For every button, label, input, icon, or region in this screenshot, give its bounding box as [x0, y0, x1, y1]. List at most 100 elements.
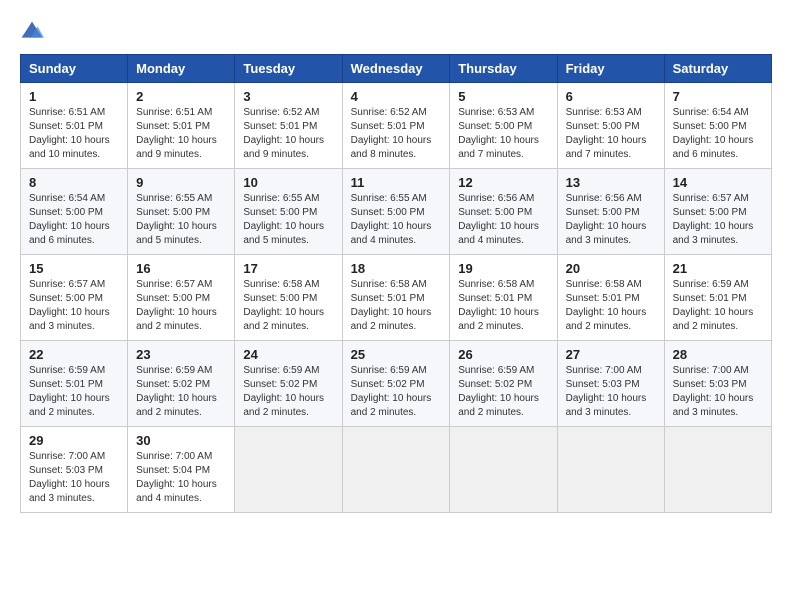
- day-info: Sunrise: 6:57 AM Sunset: 5:00 PM Dayligh…: [673, 192, 763, 248]
- day-number: 23: [136, 347, 226, 362]
- day-info: Sunrise: 6:55 AM Sunset: 5:00 PM Dayligh…: [351, 192, 442, 248]
- calendar-day-cell: 16 Sunrise: 6:57 AM Sunset: 5:00 PM Dayl…: [128, 255, 235, 341]
- calendar-day-cell: 28 Sunrise: 7:00 AM Sunset: 5:03 PM Dayl…: [664, 341, 771, 427]
- calendar-week-row: 8 Sunrise: 6:54 AM Sunset: 5:00 PM Dayli…: [21, 169, 772, 255]
- weekday-header: Sunday: [21, 55, 128, 83]
- day-info: Sunrise: 6:51 AM Sunset: 5:01 PM Dayligh…: [136, 106, 226, 162]
- day-info: Sunrise: 6:55 AM Sunset: 5:00 PM Dayligh…: [136, 192, 226, 248]
- day-number: 7: [673, 89, 763, 104]
- calendar-week-row: 15 Sunrise: 6:57 AM Sunset: 5:00 PM Dayl…: [21, 255, 772, 341]
- calendar-day-cell: 25 Sunrise: 6:59 AM Sunset: 5:02 PM Dayl…: [342, 341, 450, 427]
- weekday-header: Tuesday: [235, 55, 342, 83]
- calendar-day-cell: 21 Sunrise: 6:59 AM Sunset: 5:01 PM Dayl…: [664, 255, 771, 341]
- calendar-day-cell: 14 Sunrise: 6:57 AM Sunset: 5:00 PM Dayl…: [664, 169, 771, 255]
- calendar-day-cell: [450, 427, 557, 513]
- day-info: Sunrise: 6:59 AM Sunset: 5:02 PM Dayligh…: [243, 364, 333, 420]
- day-info: Sunrise: 7:00 AM Sunset: 5:03 PM Dayligh…: [673, 364, 763, 420]
- day-number: 10: [243, 175, 333, 190]
- day-info: Sunrise: 6:59 AM Sunset: 5:02 PM Dayligh…: [351, 364, 442, 420]
- calendar-day-cell: 7 Sunrise: 6:54 AM Sunset: 5:00 PM Dayli…: [664, 83, 771, 169]
- calendar-week-row: 29 Sunrise: 7:00 AM Sunset: 5:03 PM Dayl…: [21, 427, 772, 513]
- day-number: 24: [243, 347, 333, 362]
- day-info: Sunrise: 6:55 AM Sunset: 5:00 PM Dayligh…: [243, 192, 333, 248]
- calendar-day-cell: 8 Sunrise: 6:54 AM Sunset: 5:00 PM Dayli…: [21, 169, 128, 255]
- day-info: Sunrise: 6:59 AM Sunset: 5:01 PM Dayligh…: [29, 364, 119, 420]
- calendar-day-cell: 4 Sunrise: 6:52 AM Sunset: 5:01 PM Dayli…: [342, 83, 450, 169]
- weekday-header: Wednesday: [342, 55, 450, 83]
- logo: [20, 20, 48, 44]
- day-info: Sunrise: 6:58 AM Sunset: 5:01 PM Dayligh…: [351, 278, 442, 334]
- calendar-day-cell: 13 Sunrise: 6:56 AM Sunset: 5:00 PM Dayl…: [557, 169, 664, 255]
- day-info: Sunrise: 6:58 AM Sunset: 5:01 PM Dayligh…: [458, 278, 548, 334]
- day-number: 1: [29, 89, 119, 104]
- calendar-day-cell: 19 Sunrise: 6:58 AM Sunset: 5:01 PM Dayl…: [450, 255, 557, 341]
- day-info: Sunrise: 6:53 AM Sunset: 5:00 PM Dayligh…: [566, 106, 656, 162]
- day-info: Sunrise: 6:58 AM Sunset: 5:01 PM Dayligh…: [566, 278, 656, 334]
- day-number: 28: [673, 347, 763, 362]
- day-number: 25: [351, 347, 442, 362]
- weekday-header: Saturday: [664, 55, 771, 83]
- calendar-week-row: 1 Sunrise: 6:51 AM Sunset: 5:01 PM Dayli…: [21, 83, 772, 169]
- day-number: 19: [458, 261, 548, 276]
- day-number: 27: [566, 347, 656, 362]
- calendar-day-cell: 3 Sunrise: 6:52 AM Sunset: 5:01 PM Dayli…: [235, 83, 342, 169]
- day-info: Sunrise: 6:53 AM Sunset: 5:00 PM Dayligh…: [458, 106, 548, 162]
- logo-icon: [20, 20, 44, 44]
- day-info: Sunrise: 6:54 AM Sunset: 5:00 PM Dayligh…: [29, 192, 119, 248]
- day-info: Sunrise: 6:59 AM Sunset: 5:01 PM Dayligh…: [673, 278, 763, 334]
- weekday-header: Monday: [128, 55, 235, 83]
- day-info: Sunrise: 7:00 AM Sunset: 5:03 PM Dayligh…: [566, 364, 656, 420]
- calendar-day-cell: 26 Sunrise: 6:59 AM Sunset: 5:02 PM Dayl…: [450, 341, 557, 427]
- day-number: 22: [29, 347, 119, 362]
- day-number: 18: [351, 261, 442, 276]
- day-number: 13: [566, 175, 656, 190]
- day-number: 12: [458, 175, 548, 190]
- day-number: 9: [136, 175, 226, 190]
- calendar-day-cell: [235, 427, 342, 513]
- calendar-day-cell: 11 Sunrise: 6:55 AM Sunset: 5:00 PM Dayl…: [342, 169, 450, 255]
- calendar-day-cell: 29 Sunrise: 7:00 AM Sunset: 5:03 PM Dayl…: [21, 427, 128, 513]
- calendar-day-cell: [342, 427, 450, 513]
- day-info: Sunrise: 6:56 AM Sunset: 5:00 PM Dayligh…: [458, 192, 548, 248]
- calendar-week-row: 22 Sunrise: 6:59 AM Sunset: 5:01 PM Dayl…: [21, 341, 772, 427]
- day-number: 30: [136, 433, 226, 448]
- calendar-day-cell: 17 Sunrise: 6:58 AM Sunset: 5:00 PM Dayl…: [235, 255, 342, 341]
- calendar-day-cell: 23 Sunrise: 6:59 AM Sunset: 5:02 PM Dayl…: [128, 341, 235, 427]
- day-info: Sunrise: 7:00 AM Sunset: 5:04 PM Dayligh…: [136, 450, 226, 506]
- day-number: 8: [29, 175, 119, 190]
- day-number: 15: [29, 261, 119, 276]
- calendar-day-cell: 1 Sunrise: 6:51 AM Sunset: 5:01 PM Dayli…: [21, 83, 128, 169]
- day-number: 14: [673, 175, 763, 190]
- day-number: 4: [351, 89, 442, 104]
- calendar-table: SundayMondayTuesdayWednesdayThursdayFrid…: [20, 54, 772, 513]
- calendar-day-cell: 15 Sunrise: 6:57 AM Sunset: 5:00 PM Dayl…: [21, 255, 128, 341]
- calendar-header-row: SundayMondayTuesdayWednesdayThursdayFrid…: [21, 55, 772, 83]
- day-info: Sunrise: 6:54 AM Sunset: 5:00 PM Dayligh…: [673, 106, 763, 162]
- calendar-day-cell: 27 Sunrise: 7:00 AM Sunset: 5:03 PM Dayl…: [557, 341, 664, 427]
- calendar-day-cell: 9 Sunrise: 6:55 AM Sunset: 5:00 PM Dayli…: [128, 169, 235, 255]
- calendar-day-cell: 20 Sunrise: 6:58 AM Sunset: 5:01 PM Dayl…: [557, 255, 664, 341]
- day-number: 26: [458, 347, 548, 362]
- calendar-day-cell: 6 Sunrise: 6:53 AM Sunset: 5:00 PM Dayli…: [557, 83, 664, 169]
- calendar-day-cell: 24 Sunrise: 6:59 AM Sunset: 5:02 PM Dayl…: [235, 341, 342, 427]
- day-info: Sunrise: 6:52 AM Sunset: 5:01 PM Dayligh…: [243, 106, 333, 162]
- weekday-header: Friday: [557, 55, 664, 83]
- day-info: Sunrise: 6:52 AM Sunset: 5:01 PM Dayligh…: [351, 106, 442, 162]
- day-number: 2: [136, 89, 226, 104]
- day-info: Sunrise: 6:56 AM Sunset: 5:00 PM Dayligh…: [566, 192, 656, 248]
- day-info: Sunrise: 6:57 AM Sunset: 5:00 PM Dayligh…: [136, 278, 226, 334]
- calendar-day-cell: [664, 427, 771, 513]
- day-info: Sunrise: 7:00 AM Sunset: 5:03 PM Dayligh…: [29, 450, 119, 506]
- calendar-day-cell: 5 Sunrise: 6:53 AM Sunset: 5:00 PM Dayli…: [450, 83, 557, 169]
- calendar-day-cell: 22 Sunrise: 6:59 AM Sunset: 5:01 PM Dayl…: [21, 341, 128, 427]
- calendar-day-cell: 18 Sunrise: 6:58 AM Sunset: 5:01 PM Dayl…: [342, 255, 450, 341]
- day-number: 29: [29, 433, 119, 448]
- day-info: Sunrise: 6:59 AM Sunset: 5:02 PM Dayligh…: [136, 364, 226, 420]
- day-number: 6: [566, 89, 656, 104]
- day-number: 20: [566, 261, 656, 276]
- day-number: 3: [243, 89, 333, 104]
- day-number: 17: [243, 261, 333, 276]
- day-info: Sunrise: 6:57 AM Sunset: 5:00 PM Dayligh…: [29, 278, 119, 334]
- page-header: [20, 20, 772, 44]
- calendar-day-cell: 2 Sunrise: 6:51 AM Sunset: 5:01 PM Dayli…: [128, 83, 235, 169]
